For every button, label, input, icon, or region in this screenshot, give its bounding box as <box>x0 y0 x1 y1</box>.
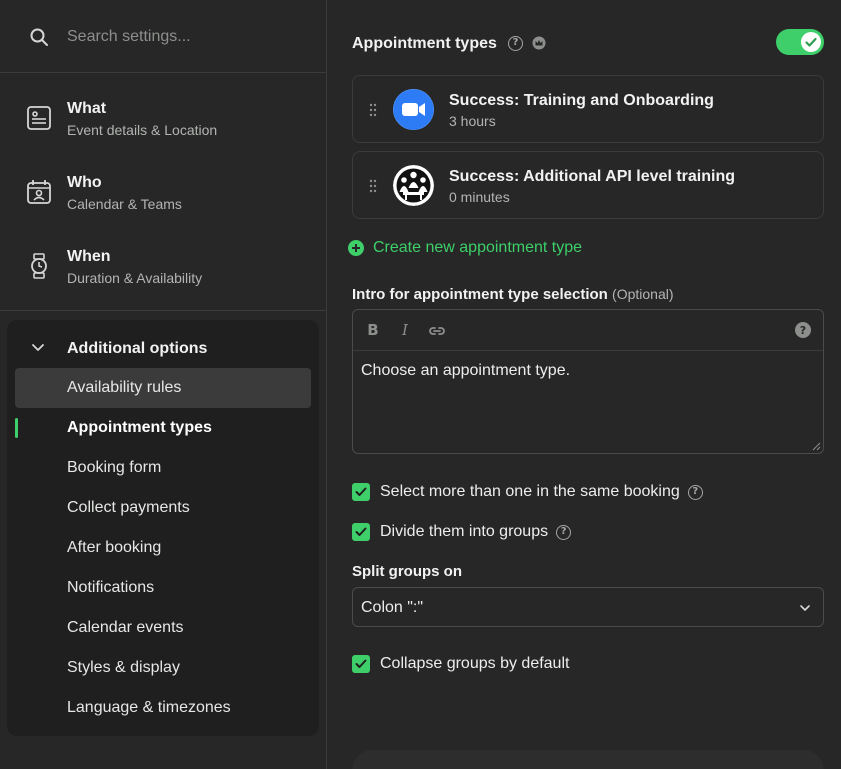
search-icon <box>30 28 48 46</box>
sidebar-item-notifications[interactable]: Notifications <box>15 568 311 608</box>
crown-icon <box>532 36 546 50</box>
check-icon <box>355 487 367 496</box>
check-icon <box>355 659 367 668</box>
appointment-type-card[interactable]: Success: Additional API level training 0… <box>352 151 824 219</box>
card-duration: 0 minutes <box>449 189 510 205</box>
sidebar-item-label: Styles & display <box>67 659 180 676</box>
divide-groups-row: Divide them into groups ? <box>352 522 572 542</box>
sidebar-item-label: Availability rules <box>67 379 182 396</box>
calendar-person-icon <box>27 180 51 204</box>
nav-item-when[interactable]: When Duration & Availability <box>0 222 327 296</box>
sidebar-item-label: Appointment types <box>67 419 212 436</box>
split-groups-label: Split groups on <box>352 563 462 580</box>
intro-editor[interactable]: B I ? Choose an appointment type. <box>352 309 824 454</box>
card-duration: 3 hours <box>449 113 496 129</box>
intro-label: Intro for appointment type selection (Op… <box>352 286 674 303</box>
italic-icon[interactable]: I <box>395 321 415 341</box>
link-icon[interactable] <box>427 321 447 341</box>
check-icon <box>805 37 817 47</box>
split-groups-select[interactable]: Colon ":" <box>352 587 824 627</box>
additional-options-label: Additional options <box>67 340 208 357</box>
section-title: Appointment types <box>352 35 497 52</box>
main-panel: Appointment types ? Success: Training an… <box>328 0 841 769</box>
editor-toolbar: B I ? <box>353 310 823 351</box>
nav-subtitle: Duration & Availability <box>67 270 203 286</box>
drag-handle-icon[interactable] <box>369 178 377 194</box>
nav-title: What <box>67 100 107 117</box>
nav-item-who[interactable]: Who Calendar & Teams <box>0 148 327 222</box>
chevron-down-icon <box>32 344 44 351</box>
sidebar-item-after-booking[interactable]: After booking <box>15 528 311 568</box>
nav-title: Who <box>67 174 102 191</box>
sidebar-item-label: Collect payments <box>67 499 190 516</box>
help-icon[interactable]: ? <box>508 36 523 51</box>
appointment-types-toggle[interactable] <box>776 29 824 55</box>
sidebar-item-label: Booking form <box>67 459 162 476</box>
create-label: Create new appointment type <box>373 239 583 256</box>
select-multiple-checkbox[interactable] <box>352 483 370 501</box>
nav-item-what[interactable]: What Event details & Location <box>0 74 327 148</box>
nav-divider <box>0 310 327 311</box>
toggle-knob <box>801 32 821 52</box>
create-appointment-type-button[interactable]: Create new appointment type <box>348 238 582 258</box>
select-multiple-row: Select more than one in the same booking… <box>352 482 703 502</box>
nav-title: When <box>67 248 111 265</box>
active-indicator <box>15 418 18 438</box>
checkbox-label: Select more than one in the same booking <box>380 483 680 500</box>
bold-icon[interactable]: B <box>363 321 383 341</box>
select-value: Colon ":" <box>361 599 424 616</box>
additional-options-panel: Additional options Availability rules Ap… <box>7 320 319 736</box>
sidebar-item-collect-payments[interactable]: Collect payments <box>15 488 311 528</box>
card-title: Success: Additional API level training <box>449 168 735 185</box>
nav-subtitle: Calendar & Teams <box>67 196 182 212</box>
chevron-down-icon <box>800 605 810 611</box>
sidebar-item-booking-form[interactable]: Booking form <box>15 448 311 488</box>
sidebar-item-label: After booking <box>67 539 162 556</box>
sidebar: What Event details & Location Who Calend… <box>0 0 327 769</box>
additional-options-toggle[interactable]: Additional options <box>7 332 319 364</box>
sidebar-item-styles-display[interactable]: Styles & display <box>15 648 311 688</box>
collapse-groups-checkbox[interactable] <box>352 655 370 673</box>
divide-groups-checkbox[interactable] <box>352 523 370 541</box>
sidebar-item-label: Language & timezones <box>67 699 231 716</box>
collapse-groups-row: Collapse groups by default <box>352 654 577 674</box>
search-input[interactable] <box>67 25 307 49</box>
svg-text:?: ? <box>800 324 806 337</box>
help-icon[interactable]: ? <box>687 484 703 500</box>
sidebar-item-availability-rules[interactable]: Availability rules <box>15 368 311 408</box>
watch-icon <box>31 253 47 279</box>
check-icon <box>355 527 367 536</box>
card-title: Success: Training and Onboarding <box>449 92 714 109</box>
sidebar-item-calendar-events[interactable]: Calendar events <box>15 608 311 648</box>
sidebar-item-label: Calendar events <box>67 619 184 636</box>
editor-content[interactable]: Choose an appointment type. <box>361 362 570 380</box>
drag-handle-icon[interactable] <box>369 102 377 118</box>
help-icon[interactable]: ? <box>795 322 811 338</box>
video-camera-icon <box>393 89 434 130</box>
bottom-panel-edge <box>352 750 824 769</box>
optional-label: (Optional) <box>612 286 674 302</box>
nav-subtitle: Event details & Location <box>67 122 218 138</box>
intro-label-text: Intro for appointment type selection <box>352 286 608 303</box>
sidebar-item-language-timezones[interactable]: Language & timezones <box>15 688 311 728</box>
checkbox-label: Collapse groups by default <box>380 655 570 672</box>
checkbox-label: Divide them into groups <box>380 523 549 540</box>
sidebar-item-appointment-types[interactable]: Appointment types <box>15 408 311 448</box>
appointment-type-card[interactable]: Success: Training and Onboarding 3 hours <box>352 75 824 143</box>
plus-circle-icon <box>348 240 364 256</box>
search-bar <box>0 0 327 73</box>
people-icon <box>393 165 434 206</box>
id-card-icon <box>27 106 51 130</box>
help-icon[interactable]: ? <box>556 524 572 540</box>
resize-handle-icon[interactable] <box>811 441 821 451</box>
sidebar-item-label: Notifications <box>67 579 155 596</box>
